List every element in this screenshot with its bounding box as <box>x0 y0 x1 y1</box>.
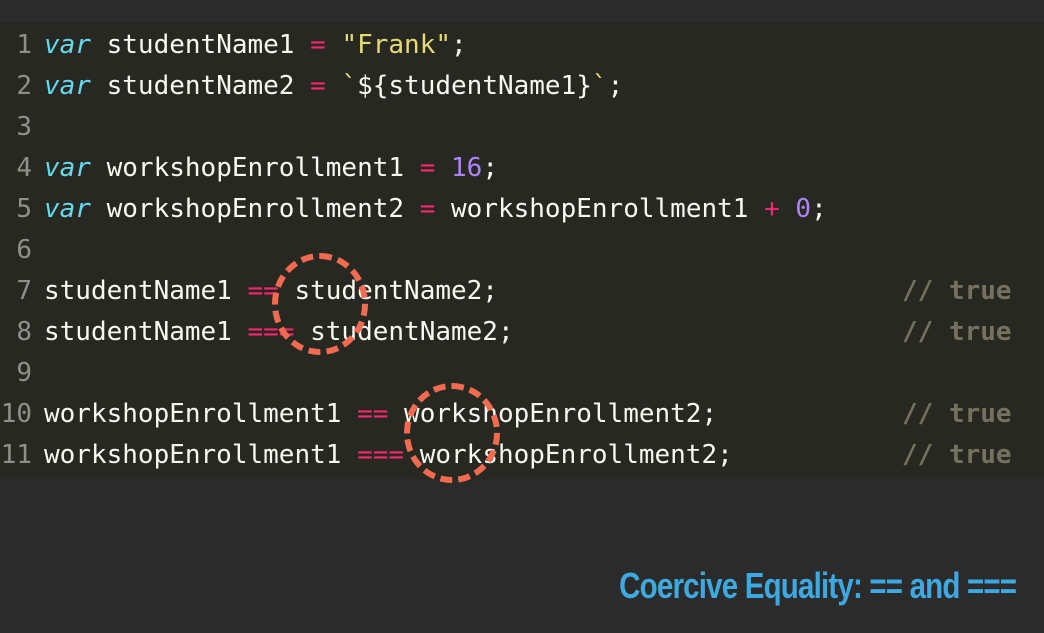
slide-title: Coercive Equality: == and === <box>618 565 1017 606</box>
code-line-6: 6 <box>0 230 1044 271</box>
operator: = <box>310 30 326 60</box>
template-tick: ` <box>591 71 608 101</box>
code-line-7: 7 studentName1 == studentName2;// true <box>0 271 1044 312</box>
code-editor: 1 var studentName1 = "Frank"; 2 var studen… <box>0 22 1044 479</box>
keyword: var <box>44 30 91 60</box>
code-line-5: 5 var workshopEnrollment2 = workshopEnrol… <box>0 189 1044 230</box>
line-number: 9 <box>16 358 32 388</box>
line-number: 10 <box>0 399 32 429</box>
keyword: var <box>44 71 91 101</box>
code-line-10: 10 workshopEnrollment1 == workshopEnrollm… <box>0 394 1044 435</box>
line-number: 11 <box>0 440 32 470</box>
keyword: var <box>44 194 91 224</box>
line-number: 4 <box>16 153 32 183</box>
identifier: studentName2 <box>90 71 311 101</box>
line-number: 2 <box>16 71 32 101</box>
code-line-9: 9 <box>0 353 1044 394</box>
code-line-8: 8 studentName1 === studentName2;// true <box>0 312 1044 353</box>
code-line-11: 11 workshopEnrollment1 === workshopEnroll… <box>0 435 1044 476</box>
template-tick: ` <box>341 71 358 101</box>
line-number: 3 <box>16 112 32 142</box>
number-literal: 16 <box>451 153 483 183</box>
identifier: studentName1 <box>44 276 248 306</box>
loose-equality-operator: == <box>357 399 389 429</box>
operator: = <box>310 71 326 101</box>
operator: + <box>764 194 780 224</box>
string-literal: "Frank" <box>341 30 452 60</box>
comment: // true <box>902 399 1012 429</box>
code-line-1: 1 var studentName1 = "Frank"; <box>0 25 1044 66</box>
line-number: 7 <box>16 276 32 306</box>
line-number: 1 <box>16 30 32 60</box>
number-literal: 0 <box>795 194 812 224</box>
operator: = <box>419 194 436 224</box>
comment: // true <box>902 276 1012 306</box>
identifier: workshopEnrollment1 <box>90 153 420 183</box>
code-line-4: 4 var workshopEnrollment1 = 16; <box>0 148 1044 189</box>
identifier: studentName1 <box>44 317 248 347</box>
highlight-circle-1 <box>272 253 368 355</box>
identifier: workshopEnrollment1 <box>435 194 765 224</box>
line-number: 8 <box>16 317 32 347</box>
identifier: workshopEnrollment1 <box>44 440 358 470</box>
keyword: var <box>44 153 91 183</box>
line-number: 6 <box>16 235 32 265</box>
slide: 1 var studentName1 = "Frank"; 2 var studen… <box>0 0 1044 633</box>
strict-equality-operator: === <box>357 440 405 470</box>
code-line-3: 3 <box>0 107 1044 148</box>
template-expression: ${studentName1} <box>357 71 592 101</box>
comment: // true <box>902 440 1012 470</box>
highlight-circle-2 <box>404 383 500 483</box>
operator: = <box>419 153 436 183</box>
identifier: workshopEnrollment1 <box>44 399 358 429</box>
line-number: 5 <box>16 194 32 224</box>
comment: // true <box>902 317 1012 347</box>
code-line-2: 2 var studentName2 = `${studentName1}`; <box>0 66 1044 107</box>
identifier: studentName1 <box>90 30 311 60</box>
identifier: workshopEnrollment2 <box>90 194 420 224</box>
